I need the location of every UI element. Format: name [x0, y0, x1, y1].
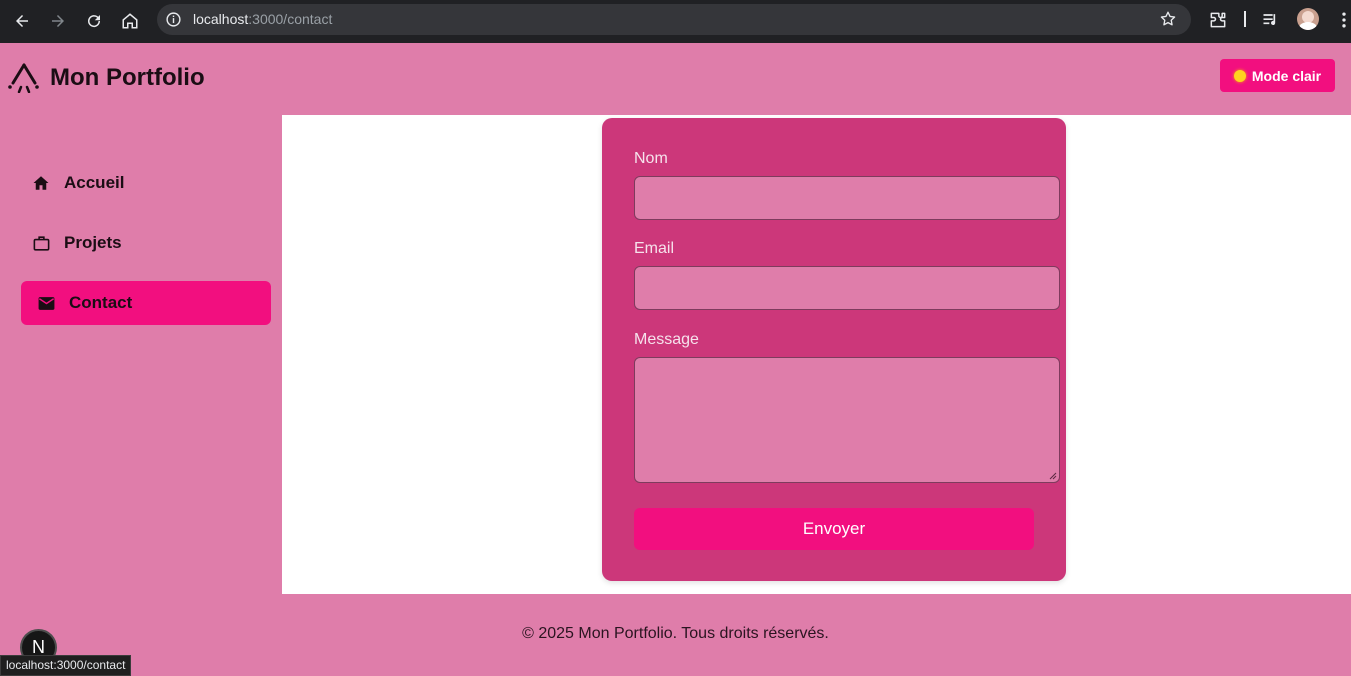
briefcase-icon — [31, 233, 51, 253]
resize-handle-icon[interactable] — [1049, 472, 1057, 480]
contact-form: Nom Email Message Envoyer — [602, 118, 1066, 581]
profile-avatar[interactable] — [1297, 8, 1319, 30]
theme-toggle-button[interactable]: Mode clair — [1220, 59, 1335, 92]
address-bar[interactable]: localhost:3000/contact — [157, 4, 1191, 35]
sidebar: Accueil Projets Contact — [0, 115, 282, 594]
app-title: Mon Portfolio — [50, 64, 205, 91]
sidebar-item-accueil[interactable]: Accueil — [21, 161, 271, 205]
name-field[interactable] — [634, 176, 1060, 220]
site-info-icon[interactable] — [165, 11, 182, 28]
home-icon — [31, 173, 51, 193]
menu-kebab-icon[interactable] — [1332, 8, 1351, 32]
back-icon[interactable] — [9, 8, 35, 34]
sidebar-item-label: Contact — [69, 293, 133, 312]
footer-copyright: © 2025 Mon Portfolio. Tous droits réserv… — [522, 625, 829, 642]
app-header: Mon Portfolio Mode clair — [0, 43, 1351, 115]
name-label: Nom — [634, 150, 668, 167]
sun-icon — [1233, 69, 1246, 82]
toolbar-divider — [1244, 11, 1246, 27]
status-bar-url: localhost:3000/contact — [0, 655, 132, 676]
extensions-icon[interactable] — [1206, 8, 1230, 32]
sidebar-item-contact[interactable]: Contact — [21, 281, 271, 325]
email-field[interactable] — [634, 266, 1060, 310]
reload-icon[interactable] — [81, 8, 107, 34]
email-label: Email — [634, 240, 675, 257]
submit-button[interactable]: Envoyer — [634, 508, 1034, 550]
sidebar-item-label: Accueil — [64, 173, 125, 192]
forward-icon[interactable] — [45, 8, 71, 34]
message-textarea[interactable] — [634, 357, 1060, 483]
sidebar-item-label: Projets — [64, 233, 122, 252]
media-queue-icon[interactable] — [1259, 8, 1283, 32]
address-url: localhost:3000/contact — [193, 11, 333, 27]
main-content: Nom Email Message Envoyer — [282, 115, 1351, 594]
mail-icon — [36, 293, 56, 313]
sidebar-item-projets[interactable]: Projets — [21, 221, 271, 265]
home-browser-icon[interactable] — [117, 8, 143, 34]
footer: © 2025 Mon Portfolio. Tous droits réserv… — [0, 594, 1351, 676]
browser-toolbar: localhost:3000/contact — [0, 0, 1351, 43]
theme-toggle-label: Mode clair — [1251, 67, 1322, 84]
message-label: Message — [634, 331, 699, 348]
logo-icon — [8, 63, 39, 93]
bookmark-star-icon[interactable] — [1159, 10, 1177, 28]
